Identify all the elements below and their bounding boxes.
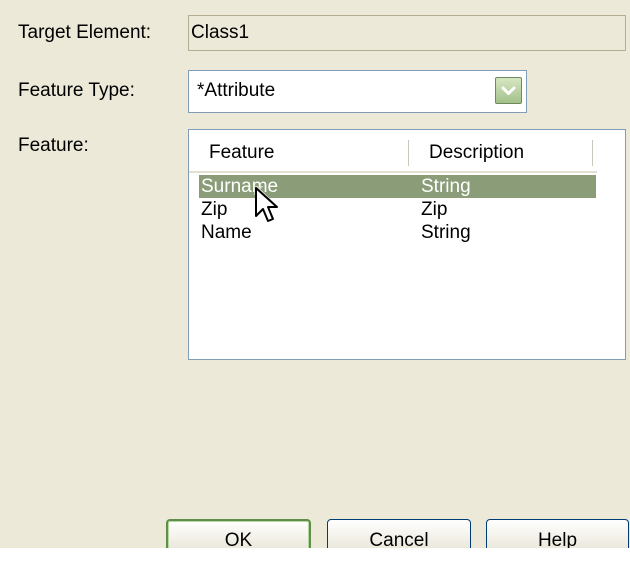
feature-list-header: Feature Description	[189, 130, 625, 174]
window-edge	[0, 548, 630, 567]
list-item[interactable]: Surname String	[199, 175, 596, 198]
select-feature-dialog: Target Element: Class1 Feature Type: *At…	[0, 0, 630, 567]
feature-cell: Surname	[201, 176, 279, 197]
feature-cell: Name	[201, 222, 252, 243]
feature-type-label: Feature Type:	[18, 80, 135, 101]
list-item[interactable]: Name String	[199, 221, 596, 244]
column-divider[interactable]	[408, 140, 412, 166]
feature-label: Feature:	[18, 135, 89, 156]
chevron-down-icon[interactable]	[495, 77, 522, 104]
description-cell: Zip	[421, 199, 448, 220]
column-divider[interactable]	[592, 140, 596, 166]
feature-type-dropdown[interactable]: *Attribute	[188, 70, 527, 113]
target-element-field: Class1	[188, 15, 626, 51]
feature-cell: Zip	[201, 199, 228, 220]
header-divider	[189, 171, 597, 173]
target-element-label: Target Element:	[18, 22, 152, 43]
description-cell: String	[421, 222, 471, 243]
description-cell: String	[421, 176, 471, 197]
column-header-feature[interactable]: Feature	[209, 138, 274, 168]
list-item[interactable]: Zip Zip	[199, 198, 596, 221]
feature-type-value: *Attribute	[197, 80, 276, 101]
column-header-description[interactable]: Description	[429, 138, 524, 168]
feature-list[interactable]: Feature Description Surname String Zip Z…	[188, 129, 626, 360]
